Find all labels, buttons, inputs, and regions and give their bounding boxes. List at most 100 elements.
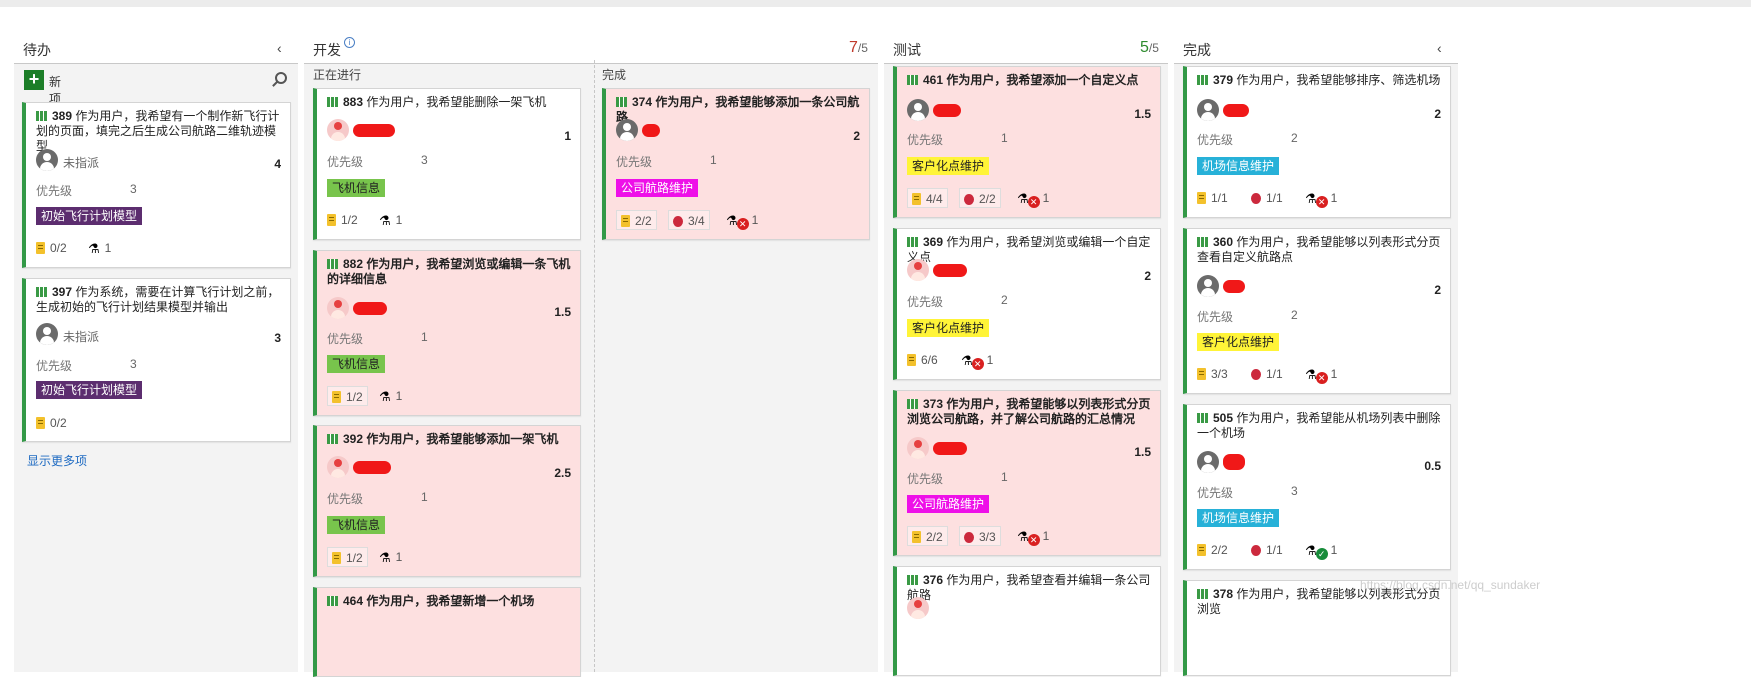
card-title[interactable]: 882 作为用户，我希望浏览或编辑一条飞机的详细信息: [327, 257, 575, 287]
tasks-stat[interactable]: 3/3: [1197, 364, 1228, 384]
tag[interactable]: 初始飞行计划模型: [36, 381, 143, 399]
card-title[interactable]: 389 作为用户，我希望有一个制作新飞行计划的页面，填完之后生成公司航路二维轨迹…: [36, 109, 284, 154]
assignee-label: 未指派: [63, 156, 100, 170]
tests-stat[interactable]: ⚗ 1: [379, 210, 402, 230]
effort-value: 2: [1434, 283, 1441, 297]
card-505[interactable]: 505 作为用户，我希望能从机场列表中删除一个机场 0.5 优先级 3 机场信息…: [1183, 404, 1451, 570]
tasks-stat[interactable]: 0/2: [36, 238, 67, 258]
card-369[interactable]: 369 作为用户，我希望浏览或编辑一个自定义点 2 优先级 2 客户化点维护 6…: [893, 228, 1161, 380]
redacted-name: [642, 124, 660, 137]
card-376[interactable]: 376 作为用户，我希望查看并编辑一条公司航路: [893, 566, 1161, 676]
user-story-icon: [1197, 589, 1208, 599]
card-882[interactable]: 882 作为用户，我希望浏览或编辑一条飞机的详细信息 1.5 优先级 1 飞机信…: [313, 250, 581, 416]
card-title[interactable]: 461 作为用户，我希望添加一个自定义点: [907, 73, 1155, 88]
info-icon[interactable]: i: [344, 37, 355, 48]
todo-column-header: 待办 ‹: [14, 34, 298, 64]
tasks-stat[interactable]: 2/2: [907, 526, 948, 546]
card-374[interactable]: 374 作为用户，我希望能够添加一条公司航路 2 优先级 1 公司航路维护 2/…: [602, 88, 870, 240]
card-379[interactable]: 379 作为用户，我希望能够排序、筛选机场 2 优先级 2 机场信息维护 1/1…: [1183, 66, 1451, 218]
priority-value: 3: [130, 182, 137, 196]
tag[interactable]: 客户化点维护: [907, 157, 990, 175]
tests-stat[interactable]: ⚗✕ 1: [961, 350, 993, 370]
card-title[interactable]: 392 作为用户，我希望能够添加一架飞机: [327, 432, 575, 447]
card-397[interactable]: 397 作为系统，需要在计算飞行计划之前，生成初始的飞行计划结果模型并输出 未指…: [22, 278, 291, 442]
card-title[interactable]: 376 作为用户，我希望查看并编辑一条公司航路: [907, 573, 1155, 603]
tag[interactable]: 机场信息维护: [1197, 509, 1280, 527]
user-story-icon: [907, 399, 918, 409]
card-title[interactable]: 369 作为用户，我希望浏览或编辑一个自定义点: [907, 235, 1155, 265]
tests-stat[interactable]: ⚗✕ 1: [1305, 188, 1337, 208]
tag[interactable]: 飞机信息: [327, 516, 386, 534]
avatar: [1197, 451, 1219, 473]
effort-value: 1.5: [1134, 107, 1151, 121]
user-story-icon: [907, 75, 918, 85]
priority-label: 优先级: [907, 472, 944, 486]
card-title[interactable]: 373 作为用户，我希望能够以列表形式分页浏览公司航路，并了解公司航路的汇总情况: [907, 397, 1155, 427]
card-title[interactable]: 360 作为用户，我希望能够以列表形式分页查看自定义航路点: [1197, 235, 1445, 265]
bugs-stat[interactable]: 1/1: [1251, 364, 1283, 384]
card-360[interactable]: 360 作为用户，我希望能够以列表形式分页查看自定义航路点 2 优先级 2 客户…: [1183, 228, 1451, 394]
priority-label: 优先级: [327, 492, 364, 506]
card-461[interactable]: 461 作为用户，我希望添加一个自定义点 1.5 优先级 1 客户化点维护 4/…: [893, 66, 1161, 218]
tasks-stat[interactable]: 6/6: [907, 350, 938, 370]
bugs-stat[interactable]: 1/1: [1251, 188, 1283, 208]
priority-label: 优先级: [907, 133, 944, 147]
card-392[interactable]: 392 作为用户，我希望能够添加一架飞机 2.5 优先级 1 飞机信息 1/2 …: [313, 425, 581, 577]
tasks-stat[interactable]: 1/2: [327, 386, 368, 406]
bugs-stat[interactable]: 2/2: [959, 188, 1001, 208]
avatar: [1197, 275, 1219, 297]
tag[interactable]: 客户化点维护: [1197, 333, 1280, 351]
tests-stat[interactable]: ⚗ 1: [379, 547, 402, 567]
tag[interactable]: 公司航路维护: [616, 179, 699, 197]
tests-stat[interactable]: ⚗ 1: [88, 238, 111, 258]
tests-stat[interactable]: ⚗✓ 1: [1305, 540, 1337, 560]
tasks-stat[interactable]: 0/2: [36, 413, 67, 433]
user-story-icon: [36, 111, 47, 121]
tag[interactable]: 客户化点维护: [907, 319, 990, 337]
tasks-stat[interactable]: 4/4: [907, 188, 948, 208]
card-title[interactable]: 397 作为系统，需要在计算飞行计划之前，生成初始的飞行计划结果模型并输出: [36, 285, 284, 315]
collapse-left-icon[interactable]: ‹: [1437, 40, 1442, 56]
bugs-stat[interactable]: 3/4: [668, 210, 710, 230]
collapse-left-icon[interactable]: ‹: [277, 40, 282, 56]
user-story-icon: [1197, 413, 1208, 423]
dev-column-header: 开发 i 7/5: [304, 34, 878, 64]
tag[interactable]: 公司航路维护: [907, 495, 990, 513]
tests-stat[interactable]: ⚗ 1: [379, 386, 402, 406]
tag[interactable]: 机场信息维护: [1197, 157, 1280, 175]
card-389[interactable]: 389 作为用户，我希望有一个制作新飞行计划的页面，填完之后生成公司航路二维轨迹…: [22, 102, 291, 268]
tests-stat[interactable]: ⚗✕ 1: [1305, 364, 1337, 384]
tag[interactable]: 初始飞行计划模型: [36, 207, 143, 225]
assignee-label: 未指派: [63, 330, 100, 344]
card-373[interactable]: 373 作为用户，我希望能够以列表形式分页浏览公司航路，并了解公司航路的汇总情况…: [893, 390, 1161, 556]
effort-value: 0.5: [1424, 459, 1441, 473]
card-title[interactable]: 374 作为用户，我希望能够添加一条公司航路: [616, 95, 864, 125]
card-title[interactable]: 505 作为用户，我希望能从机场列表中删除一个机场: [1197, 411, 1445, 441]
bugs-stat[interactable]: 3/3: [959, 526, 1001, 546]
show-more-link[interactable]: 显示更多项: [27, 452, 87, 469]
avatar: [616, 119, 638, 141]
priority-value: 1: [421, 490, 428, 504]
card-378[interactable]: 378 作为用户，我希望能够以列表形式分页浏览: [1183, 580, 1451, 676]
tag[interactable]: 飞机信息: [327, 355, 386, 373]
search-icon[interactable]: [275, 72, 287, 84]
bug-icon: [1251, 193, 1261, 204]
tests-stat[interactable]: ⚗✕ 1: [1017, 188, 1049, 208]
card-title[interactable]: 883 作为用户，我希望能删除一架飞机: [327, 95, 575, 110]
redacted-name: [1223, 454, 1245, 470]
bugs-stat[interactable]: 1/1: [1251, 540, 1283, 560]
tasks-stat[interactable]: 1/2: [327, 547, 368, 567]
tasks-stat[interactable]: 1/2: [327, 210, 358, 230]
task-icon: [1197, 368, 1206, 380]
tag[interactable]: 飞机信息: [327, 179, 386, 197]
card-title[interactable]: 379 作为用户，我希望能够排序、筛选机场: [1197, 73, 1445, 88]
bug-icon: [1251, 369, 1261, 380]
card-464[interactable]: 464 作为用户，我希望新增一个机场: [313, 587, 581, 677]
tests-stat[interactable]: ⚗✕ 1: [1017, 526, 1049, 546]
tasks-stat[interactable]: 2/2: [616, 210, 657, 230]
tasks-stat[interactable]: 1/1: [1197, 188, 1228, 208]
card-title[interactable]: 464 作为用户，我希望新增一个机场: [327, 594, 575, 609]
tasks-stat[interactable]: 2/2: [1197, 540, 1228, 560]
tests-stat[interactable]: ⚗✕ 1: [726, 210, 758, 230]
card-883[interactable]: 883 作为用户，我希望能删除一架飞机 1 优先级 3 飞机信息 1/2 ⚗ 1: [313, 88, 581, 240]
